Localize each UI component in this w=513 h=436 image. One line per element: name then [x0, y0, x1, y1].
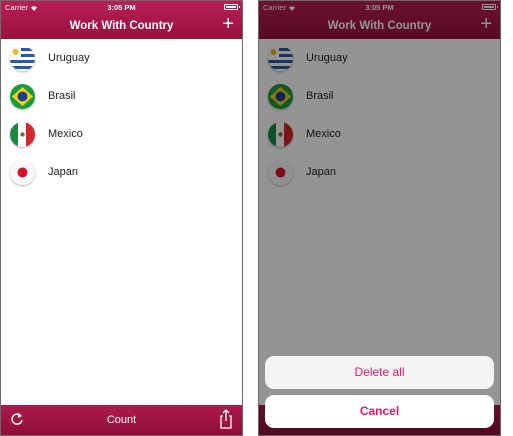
mexico-flag-icon	[10, 121, 35, 147]
uruguay-flag-icon	[10, 45, 35, 71]
navigation-bar: Carrier 3:05 PM Work With Country +	[1, 1, 242, 39]
status-bar: Carrier 3:05 PM	[1, 3, 242, 13]
country-name: Uruguay	[48, 52, 90, 64]
country-row-uruguay[interactable]: Uruguay	[1, 39, 242, 77]
brazil-flag-icon	[10, 83, 35, 109]
country-row-brasil[interactable]: Brasil	[1, 77, 242, 115]
bottom-toolbar: Count	[1, 405, 242, 435]
country-row-japan[interactable]: Japan	[1, 153, 242, 191]
add-button[interactable]: +	[222, 14, 234, 34]
japan-flag-icon	[10, 159, 35, 185]
country-row-mexico[interactable]: Mexico	[1, 115, 242, 153]
count-button[interactable]: Count	[1, 414, 242, 426]
cancel-button[interactable]: Cancel	[265, 395, 494, 428]
country-name: Japan	[48, 166, 78, 178]
status-time: 3:05 PM	[107, 3, 136, 12]
country-name: Mexico	[48, 128, 83, 140]
delete-all-button[interactable]: Delete all	[265, 356, 494, 389]
country-name: Brasil	[48, 90, 76, 102]
share-icon[interactable]	[219, 409, 233, 429]
screen-action-sheet: Carrier 3:05 PM Work With Country + Urug…	[258, 0, 501, 436]
nav-title: Work With Country	[69, 20, 174, 32]
country-list: Uruguay Brasil Mexico Japan	[1, 39, 242, 191]
screen-list: Carrier 3:05 PM Work With Country + Urug…	[0, 0, 243, 436]
battery-icon	[224, 4, 240, 10]
